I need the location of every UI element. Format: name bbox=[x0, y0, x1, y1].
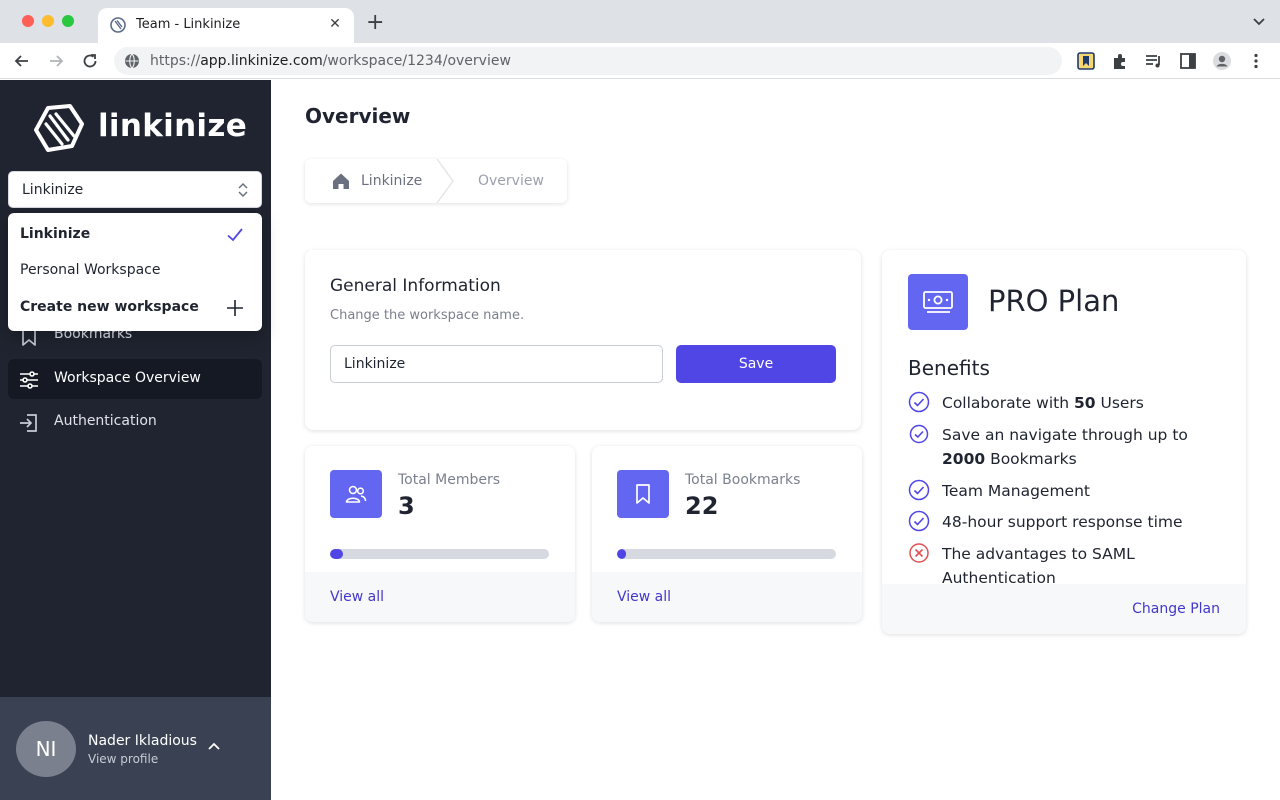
cash-icon bbox=[923, 291, 953, 313]
check-circle-icon bbox=[908, 391, 930, 413]
browser-menu-icon[interactable] bbox=[1246, 51, 1266, 71]
breadcrumb-root-link[interactable]: Linkinize bbox=[361, 173, 422, 189]
sidebar-item-label: Workspace Overview bbox=[54, 370, 201, 386]
create-workspace-option[interactable]: Create new workspace bbox=[8, 289, 262, 325]
plan-icon-tile bbox=[908, 274, 968, 330]
profile-name: Nader Ikladious bbox=[88, 733, 197, 749]
media-control-icon[interactable] bbox=[1144, 51, 1164, 71]
check-circle-icon bbox=[908, 479, 930, 501]
url-path: /workspace/1234/overview bbox=[322, 53, 511, 69]
sidebar-item-workspace-overview[interactable]: Workspace Overview bbox=[8, 359, 262, 399]
browser-tab[interactable]: Team - Linkinize ✕ bbox=[98, 8, 354, 43]
linkinize-logo-icon bbox=[34, 104, 84, 152]
workspace-select-value: Linkinize bbox=[22, 182, 84, 198]
tab-title: Team - Linkinize bbox=[136, 17, 241, 32]
bookmarks-icon-tile bbox=[617, 470, 669, 518]
extensions-puzzle-icon[interactable] bbox=[1110, 51, 1130, 71]
back-arrow-icon[interactable] bbox=[12, 51, 32, 71]
reload-icon[interactable] bbox=[80, 51, 100, 71]
sidebar-item-label: Authentication bbox=[54, 413, 157, 429]
card-footer: View all bbox=[305, 572, 575, 622]
url-host: app.linkinize.com bbox=[200, 53, 323, 69]
chevron-up-icon[interactable] bbox=[207, 739, 221, 753]
window-close-button[interactable] bbox=[22, 15, 34, 27]
window-minimize-button[interactable] bbox=[42, 15, 54, 27]
workspace-option-personal[interactable]: Personal Workspace bbox=[8, 252, 262, 288]
home-icon[interactable] bbox=[331, 171, 351, 191]
members-progress-bar bbox=[330, 549, 549, 559]
sidebar: linkinize Linkinize Bookmarks Workspace … bbox=[0, 80, 271, 800]
workspace-option-label: Personal Workspace bbox=[20, 262, 161, 278]
breadcrumb: Linkinize Overview bbox=[305, 159, 567, 203]
sign-in-icon bbox=[20, 414, 37, 432]
save-button[interactable]: Save bbox=[676, 345, 836, 383]
workspace-option-label: Linkinize bbox=[20, 226, 91, 242]
breadcrumb-separator bbox=[436, 159, 454, 203]
stat-value: 22 bbox=[685, 492, 719, 520]
stat-label: Total Members bbox=[398, 472, 501, 488]
view-all-bookmarks-link[interactable]: View all bbox=[617, 589, 671, 605]
workspace-name-input[interactable] bbox=[330, 345, 663, 383]
general-information-title: General Information bbox=[330, 276, 501, 296]
view-all-members-link[interactable]: View all bbox=[330, 589, 384, 605]
progress-fill bbox=[330, 549, 344, 559]
url-scheme: https:// bbox=[150, 53, 201, 69]
benefit-text: The advantages to SAML Authentication bbox=[942, 545, 1135, 587]
linkinize-favicon-icon bbox=[110, 17, 126, 33]
card-footer: Change Plan bbox=[882, 584, 1246, 634]
avatar[interactable]: NI bbox=[16, 721, 76, 777]
total-bookmarks-card: Total Bookmarks 22 View all bbox=[592, 446, 862, 622]
benefit-text: 48-hour support response time bbox=[942, 513, 1183, 531]
tab-search-chevron-icon[interactable] bbox=[1252, 14, 1266, 28]
bookmarks-progress-bar bbox=[617, 549, 836, 559]
stat-label: Total Bookmarks bbox=[685, 472, 801, 488]
browser-tab-bar: Team - Linkinize ✕ + bbox=[0, 0, 1280, 43]
users-icon bbox=[345, 485, 367, 503]
bookmark-icon bbox=[636, 484, 650, 504]
progress-fill bbox=[617, 549, 626, 559]
benefit-text: Save an navigate through up to 2000 Book… bbox=[942, 426, 1188, 468]
general-information-card: General Information Change the workspace… bbox=[305, 250, 861, 430]
card-footer: View all bbox=[592, 572, 862, 622]
total-members-card: Total Members 3 View all bbox=[305, 446, 575, 622]
general-information-subtitle: Change the workspace name. bbox=[330, 308, 525, 323]
sidebar-item-authentication[interactable]: Authentication bbox=[8, 402, 262, 442]
tab-close-icon[interactable]: ✕ bbox=[326, 15, 344, 33]
linkinize-logo[interactable]: linkinize bbox=[32, 102, 247, 154]
logo-wordmark: linkinize bbox=[98, 108, 248, 144]
check-circle-icon bbox=[908, 510, 930, 532]
benefit-text: Team Management bbox=[942, 482, 1090, 500]
workspace-dropdown-menu: Linkinize Personal Workspace Create new … bbox=[8, 213, 262, 331]
new-tab-button[interactable]: + bbox=[366, 12, 384, 34]
check-icon bbox=[227, 228, 243, 242]
page-title: Overview bbox=[305, 104, 411, 128]
url-text: https://app.linkinize.com/workspace/1234… bbox=[150, 53, 511, 69]
check-circle-icon bbox=[909, 424, 929, 444]
workspace-select[interactable]: Linkinize bbox=[8, 171, 262, 208]
side-panel-icon[interactable] bbox=[1178, 51, 1198, 71]
stat-value: 3 bbox=[398, 492, 415, 520]
create-workspace-label: Create new workspace bbox=[20, 299, 199, 315]
members-icon-tile bbox=[330, 470, 382, 518]
x-circle-icon bbox=[909, 543, 929, 563]
sliders-icon bbox=[20, 371, 38, 389]
forward-arrow-icon[interactable] bbox=[46, 51, 66, 71]
bookmark-extension-icon[interactable] bbox=[1076, 51, 1096, 71]
benefits-title: Benefits bbox=[908, 356, 990, 380]
change-plan-link[interactable]: Change Plan bbox=[1132, 601, 1220, 617]
workspace-option-linkinize[interactable]: Linkinize bbox=[8, 216, 262, 252]
user-profile[interactable]: NI Nader Ikladious View profile bbox=[0, 697, 271, 800]
benefit-text: Collaborate with 50 Users bbox=[942, 394, 1144, 412]
site-info-icon[interactable] bbox=[124, 53, 140, 69]
plan-title: PRO Plan bbox=[988, 284, 1120, 318]
address-bar[interactable]: https://app.linkinize.com/workspace/1234… bbox=[114, 47, 1062, 75]
breadcrumb-current: Overview bbox=[478, 173, 544, 189]
browser-toolbar: https://app.linkinize.com/workspace/1234… bbox=[0, 43, 1280, 79]
pro-plan-card: PRO Plan Benefits Collaborate with 50 Us… bbox=[882, 250, 1246, 634]
updown-chevron-icon bbox=[238, 182, 248, 198]
view-profile-link[interactable]: View profile bbox=[88, 752, 158, 766]
plus-icon bbox=[227, 300, 243, 316]
browser-profile-icon[interactable] bbox=[1212, 51, 1232, 71]
window-maximize-button[interactable] bbox=[62, 15, 74, 27]
